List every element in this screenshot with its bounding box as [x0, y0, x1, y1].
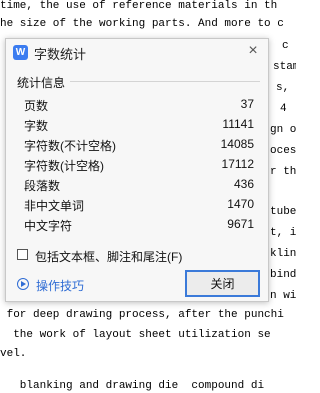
doc-fragment: t, i [270, 227, 296, 239]
stat-value: 9671 [227, 217, 254, 231]
stat-row-paragraphs: 段落数 436 [24, 176, 254, 194]
stat-label: 中文字符 [24, 219, 73, 233]
doc-line: vel. [0, 348, 27, 360]
play-circle-icon[interactable] [17, 278, 29, 290]
stat-label: 字数 [24, 119, 49, 133]
stat-label: 字符数(计空格) [24, 159, 104, 173]
wps-writer-icon: W [13, 45, 28, 60]
doc-fragment: gn o [270, 124, 296, 136]
stat-value: 436 [233, 177, 254, 191]
doc-line: for deep drawing process, after the punc… [0, 309, 284, 321]
dialog-titlebar[interactable]: W 字数统计 × [6, 39, 268, 65]
stat-value: 37 [240, 97, 254, 111]
close-button[interactable]: 关闭 [185, 270, 260, 297]
section-header: 统计信息 [17, 76, 66, 90]
stat-value: 17112 [221, 157, 254, 171]
doc-fragment: tube [270, 206, 296, 218]
doc-fragment: stamp [273, 61, 296, 73]
stat-label: 段落数 [24, 179, 61, 193]
word-count-dialog: W 字数统计 × 统计信息 页数 37 字数 11141 字符数(不计空格) 1… [5, 38, 269, 302]
stat-label: 非中文单词 [24, 199, 85, 213]
section-divider [70, 81, 260, 82]
dialog-title: 字数统计 [34, 47, 87, 62]
stat-row-pages: 页数 37 [24, 96, 254, 114]
include-textboxes-checkbox[interactable] [17, 249, 28, 260]
doc-fragment: binde [270, 269, 296, 281]
doc-line: time, the use of reference materials in … [0, 0, 278, 12]
stat-row-chars-with-spaces: 字符数(计空格) 17112 [24, 156, 254, 174]
stat-row-words: 字数 11141 [24, 116, 254, 134]
doc-fragment: 4 [280, 103, 287, 115]
doc-fragment: oces [270, 145, 296, 157]
doc-fragment: c [282, 40, 289, 52]
stat-value: 14085 [220, 137, 254, 151]
doc-fragment: klin [270, 248, 296, 260]
doc-line: the work of layout sheet utilization se [0, 329, 271, 341]
doc-line: blanking and drawing die compound di [0, 380, 265, 392]
close-icon[interactable]: × [244, 42, 262, 60]
stat-row-non-chinese-words: 非中文单词 1470 [24, 196, 254, 214]
stat-row-chinese-chars: 中文字符 9671 [24, 216, 254, 234]
stat-value: 11141 [222, 117, 254, 131]
doc-line: he size of the working parts. And more t… [0, 18, 284, 30]
stat-label: 页数 [24, 99, 49, 113]
stat-label: 字符数(不计空格) [24, 139, 116, 153]
doc-fragment: s, [276, 82, 290, 94]
stat-value: 1470 [227, 197, 254, 211]
tips-label[interactable]: 操作技巧 [36, 277, 84, 294]
doc-fragment: r th [270, 166, 296, 178]
checkbox-label[interactable]: 包括文本框、脚注和尾注(F) [35, 248, 182, 265]
stat-row-chars-no-spaces: 字符数(不计空格) 14085 [24, 136, 254, 154]
doc-fragment: n wi [270, 290, 296, 302]
